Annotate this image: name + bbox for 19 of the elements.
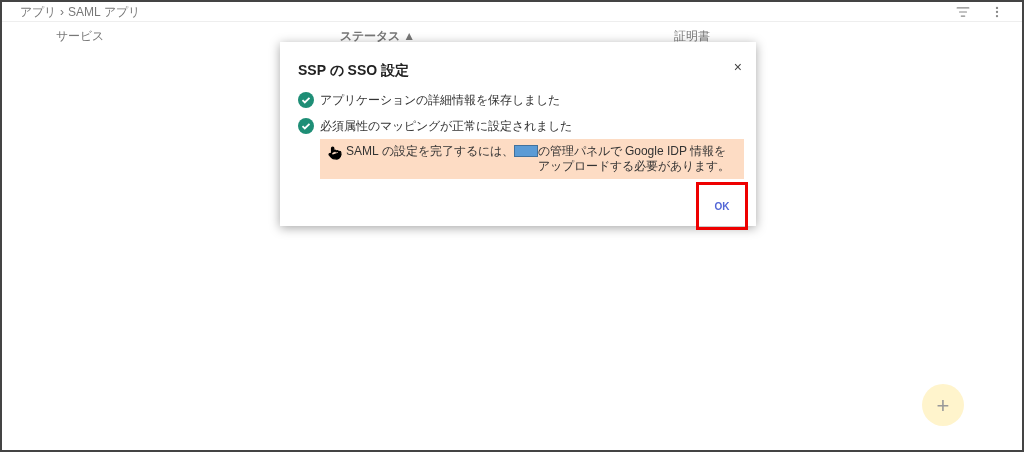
notice-text: の管理パネルで Google IDP 情報をアップロードする必要があります。 xyxy=(537,144,731,174)
filter-icon[interactable] xyxy=(956,4,970,19)
column-header[interactable]: サービス xyxy=(56,29,104,43)
check-circle-icon xyxy=(298,118,314,134)
success-message: 必須属性のマッピングが正常に設定されました xyxy=(320,118,572,135)
hand-pointer-icon xyxy=(328,146,342,160)
ok-button[interactable]: OK xyxy=(706,194,738,218)
column-header[interactable]: 証明書 xyxy=(674,29,710,43)
breadcrumb-link[interactable]: アプリ xyxy=(20,2,56,21)
close-button[interactable]: × xyxy=(733,60,742,74)
dialog-title: SSP の SSO 設定 xyxy=(298,61,409,80)
breadcrumb-link[interactable]: SAML アプリ xyxy=(68,2,140,21)
column-header[interactable]: ステータス ▲ xyxy=(340,29,416,43)
add-button[interactable]: + xyxy=(922,384,964,426)
check-circle-icon xyxy=(298,92,314,108)
redaction-block xyxy=(513,145,538,157)
notice-text: SAML の設定を完了するには、 xyxy=(346,144,514,159)
success-message: アプリケーションの詳細情報を保存しました xyxy=(320,92,560,109)
breadcrumb-separator: › xyxy=(60,3,64,21)
